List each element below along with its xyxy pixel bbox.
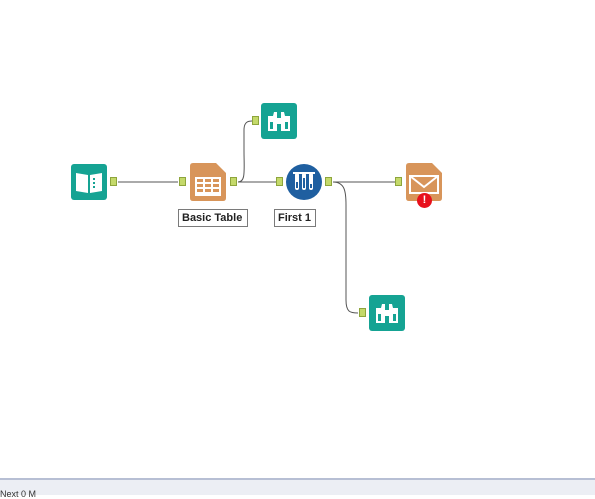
status-bar: Next 0 M bbox=[0, 478, 595, 499]
sample-tool-output-anchor[interactable] bbox=[325, 177, 332, 186]
input-tool-output-anchor[interactable] bbox=[110, 177, 117, 186]
table-tool-input-anchor[interactable] bbox=[179, 177, 186, 186]
binoculars-icon bbox=[261, 103, 297, 139]
table-tool-output-anchor[interactable] bbox=[230, 177, 237, 186]
browse-tool-bottom[interactable] bbox=[369, 295, 405, 331]
test-tubes-icon bbox=[286, 164, 322, 200]
browse-tool-top[interactable] bbox=[261, 103, 297, 139]
sample-tool-label: First 1 bbox=[274, 209, 316, 227]
basic-table-tool[interactable] bbox=[190, 163, 226, 201]
email-tool-input-anchor[interactable] bbox=[395, 177, 402, 186]
sample-tool[interactable] bbox=[285, 163, 322, 200]
browse-top-input-anchor[interactable] bbox=[252, 116, 259, 125]
sample-tool-input-anchor[interactable] bbox=[276, 177, 283, 186]
status-bar-text: Next 0 M bbox=[0, 489, 37, 499]
binoculars-icon bbox=[369, 295, 405, 331]
book-icon bbox=[71, 164, 107, 200]
table-icon bbox=[190, 163, 226, 201]
workflow-canvas[interactable] bbox=[0, 0, 595, 478]
error-icon[interactable]: ! bbox=[417, 193, 432, 208]
connection-table-to-browse-top[interactable] bbox=[237, 120, 253, 183]
browse-bottom-input-anchor[interactable] bbox=[359, 308, 366, 317]
connection-sample-to-browse-bottom[interactable] bbox=[332, 181, 359, 314]
input-data-tool[interactable] bbox=[71, 164, 107, 200]
basic-table-tool-label: Basic Table bbox=[178, 209, 248, 227]
